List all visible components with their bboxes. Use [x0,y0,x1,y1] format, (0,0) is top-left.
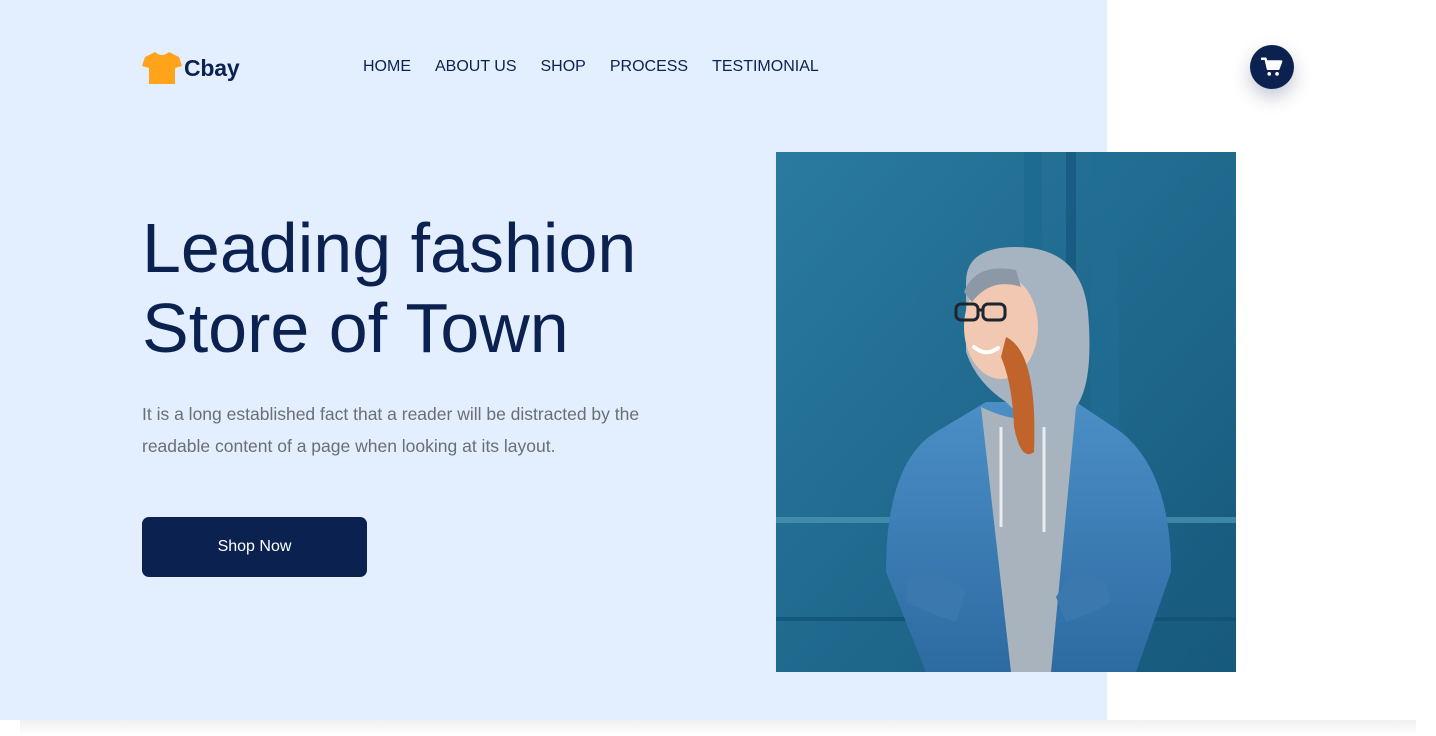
brand-logo[interactable]: Cbay [142,51,240,85]
hero-headline-line-1: Leading fashion [142,209,637,287]
section-divider-shadow [20,720,1416,736]
nav-item-process[interactable]: PROCESS [610,58,688,76]
page: Cbay HOME ABOUT US SHOP PROCESS TESTIMON… [0,0,1436,736]
hero-headline: Leading fashion Store of Town [142,208,742,368]
nav-item-home[interactable]: HOME [363,58,411,76]
tshirt-icon [142,52,182,84]
hero-image [776,152,1236,672]
shop-now-button[interactable]: Shop Now [142,517,367,577]
nav-item-shop[interactable]: SHOP [541,58,586,76]
cart-button[interactable] [1250,45,1294,89]
brand-name: Cbay [184,54,240,81]
hero-headline-line-2: Store of Town [142,289,569,367]
cart-icon [1261,57,1283,76]
nav-item-about-us[interactable]: ABOUT US [435,58,517,76]
hero-description: It is a long established fact that a rea… [142,404,640,456]
nav-item-testimonial[interactable]: TESTIMONIAL [712,58,819,76]
main-nav: HOME ABOUT US SHOP PROCESS TESTIMONIAL [363,58,819,76]
woman-in-denim-jacket-photo [776,152,1236,672]
